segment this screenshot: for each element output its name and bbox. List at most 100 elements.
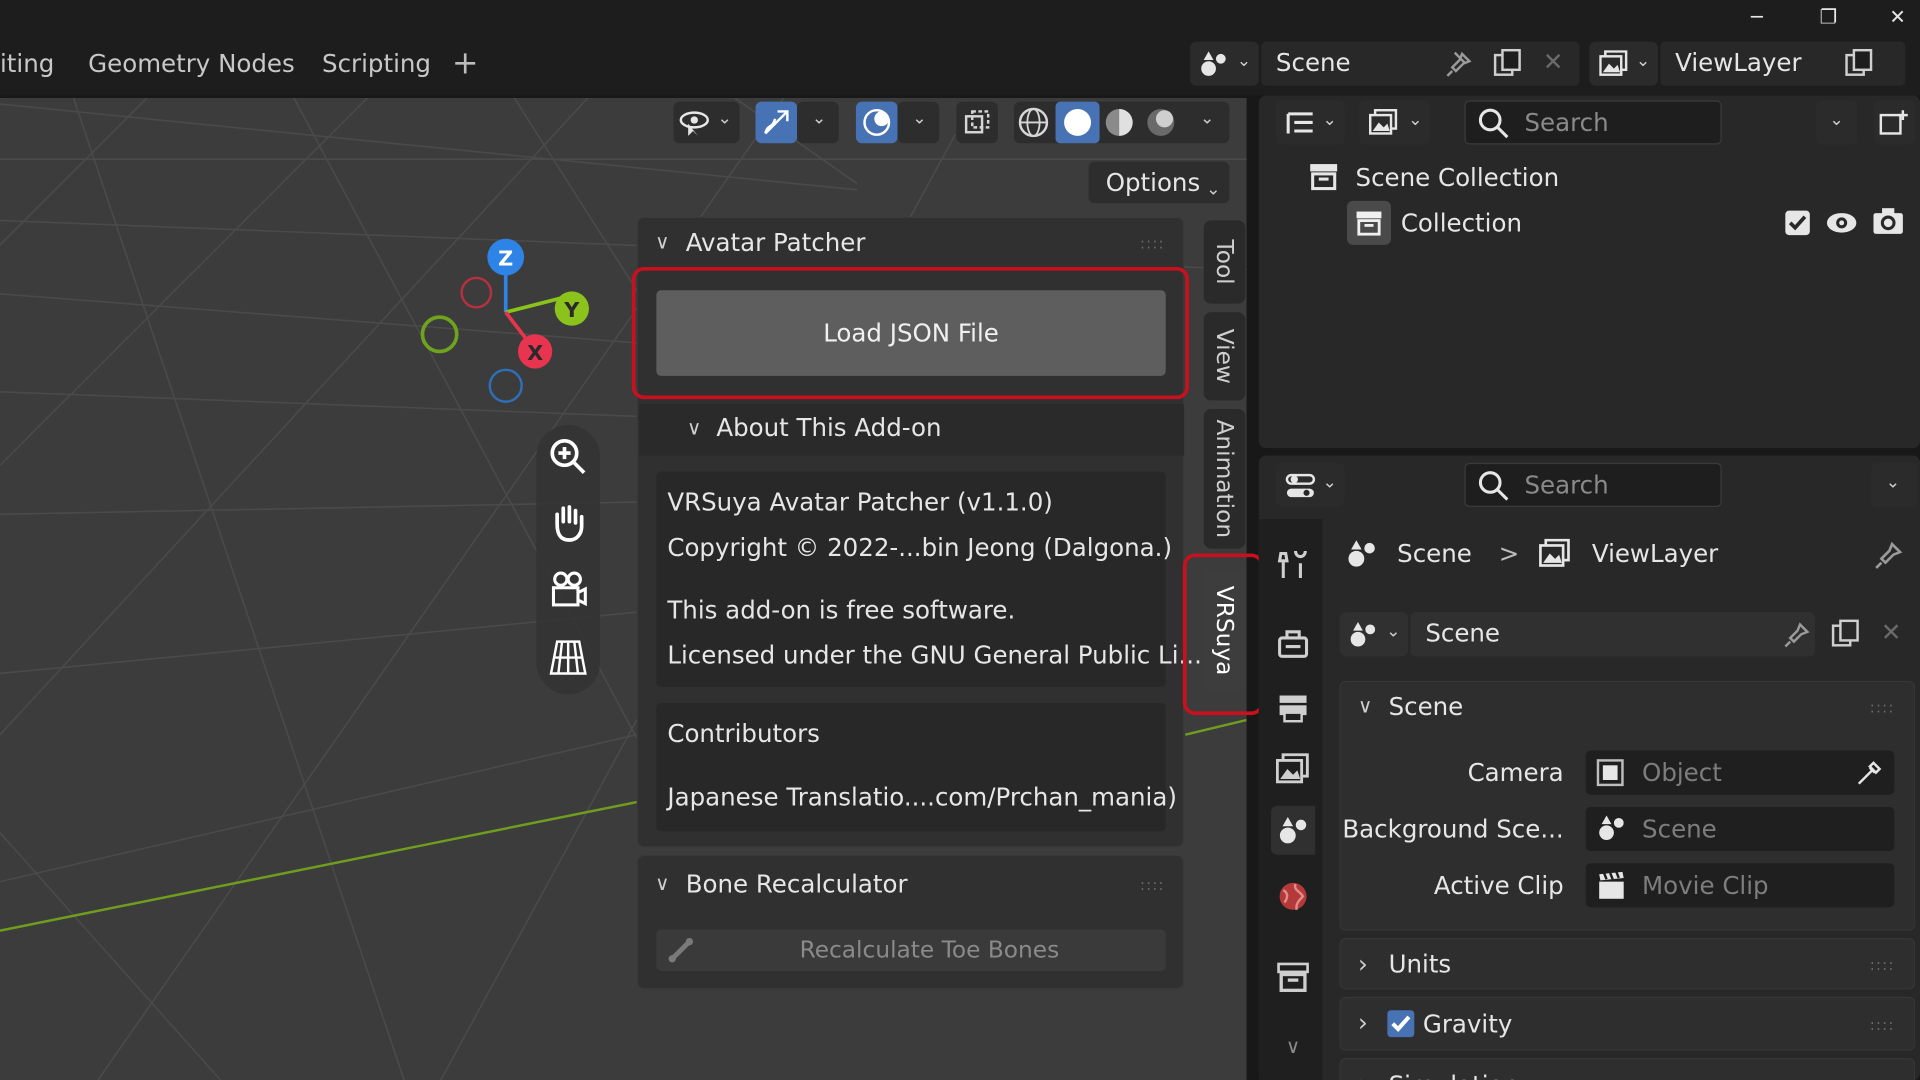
copy-icon[interactable] <box>1491 47 1523 79</box>
pin-icon[interactable] <box>1445 49 1474 78</box>
units-section[interactable]: › Units :::: <box>1339 937 1916 990</box>
camera-field[interactable]: Object <box>1585 750 1895 795</box>
sidebar-tab-animation[interactable]: Animation <box>1203 408 1246 549</box>
properties-tab-render[interactable] <box>1271 620 1315 669</box>
workspace-tab-scripting[interactable]: Scripting <box>322 44 431 83</box>
scene-datablock-field[interactable]: Scene <box>1410 612 1815 657</box>
pan-hand-icon[interactable] <box>547 502 589 544</box>
background-scene-field[interactable]: Scene <box>1585 806 1895 852</box>
properties-tab-viewlayer[interactable] <box>1271 744 1315 793</box>
camera-view-icon[interactable] <box>547 569 589 611</box>
gravity-checkbox[interactable] <box>1387 1010 1415 1038</box>
scene-collection-label[interactable]: Scene Collection <box>1356 163 1560 192</box>
properties-tab-tool[interactable] <box>1271 539 1315 588</box>
rendered-shading-icon[interactable] <box>1144 107 1178 139</box>
properties-tab-output[interactable] <box>1271 683 1315 732</box>
add-workspace-button[interactable]: + <box>452 44 479 83</box>
display-mode-button[interactable]: ⌄ <box>1359 100 1431 145</box>
properties-options-dropdown[interactable]: ⌄ <box>1871 462 1918 507</box>
minimize-button[interactable]: ─ <box>1751 5 1763 28</box>
xray-icon <box>964 110 990 134</box>
tab-animation-label: Animation <box>1211 419 1238 539</box>
properties-search-input[interactable]: Search <box>1464 462 1722 507</box>
eyedropper-icon[interactable] <box>1855 758 1884 787</box>
navigation-gizmo[interactable]: Z Y X <box>404 233 600 404</box>
maximize-button[interactable]: ❐ <box>1820 5 1838 28</box>
new-collection-icon <box>1879 110 1908 135</box>
gizmo-y-label: Y <box>563 298 580 322</box>
workspace-tab-geometry-nodes[interactable]: Geometry Nodes <box>88 44 295 83</box>
camera-render-icon[interactable] <box>1871 206 1905 238</box>
recalculate-toe-bones-button[interactable]: Recalculate Toe Bones <box>656 929 1166 972</box>
drag-grip-icon[interactable]: :::: <box>1870 699 1895 716</box>
unlink-icon[interactable]: ✕ <box>1543 47 1564 76</box>
check-icon <box>1788 215 1807 231</box>
properties-editor-type[interactable]: ⌄ <box>1275 462 1345 507</box>
chevron-down-icon[interactable]: ∨ <box>1358 694 1372 717</box>
outliner-icon <box>1286 112 1313 134</box>
viewlayer-type-button[interactable]: ⌄ <box>1589 41 1658 86</box>
chevron-down-icon[interactable]: ∨ <box>655 230 669 253</box>
zoom-icon[interactable] <box>547 436 589 478</box>
drag-grip-icon[interactable]: :::: <box>1140 235 1165 252</box>
outliner-search-input[interactable]: Search <box>1464 100 1722 145</box>
visibility-selector[interactable]: ⌄ <box>673 101 740 144</box>
outliner-editor-type[interactable]: ⌄ <box>1275 100 1345 145</box>
copy-icon[interactable] <box>1843 47 1875 79</box>
properties-tab-scene[interactable] <box>1271 805 1316 855</box>
breadcrumb-viewlayer: ViewLayer <box>1591 538 1719 569</box>
properties-tab-more[interactable]: ∨ <box>1271 1021 1315 1070</box>
material-shading-icon[interactable] <box>1102 107 1136 139</box>
fake-user-pin-icon[interactable] <box>1783 620 1812 649</box>
drag-grip-icon[interactable]: :::: <box>1140 877 1165 894</box>
gizmo-toggle[interactable] <box>755 101 798 144</box>
chevron-down-icon[interactable]: ∨ <box>655 872 669 895</box>
drag-grip-icon[interactable]: :::: <box>1870 956 1895 973</box>
properties-tab-collection[interactable] <box>1271 953 1315 1002</box>
gizmo-dropdown[interactable]: ⌄ <box>797 101 839 144</box>
about-line-version: VRSuya Avatar Patcher (v1.1.0) <box>667 487 1053 517</box>
copy-icon[interactable] <box>1829 617 1861 649</box>
wireframe-shading-icon[interactable] <box>1016 107 1050 139</box>
overlay-toggle[interactable] <box>855 101 898 144</box>
avatar-patcher-title[interactable]: Avatar Patcher <box>686 228 866 257</box>
chevron-right-icon: › <box>1358 1069 1368 1080</box>
drag-grip-icon[interactable]: :::: <box>1870 1016 1895 1033</box>
perspective-grid-icon[interactable] <box>547 637 589 679</box>
properties-search-placeholder: Search <box>1524 470 1609 500</box>
active-clip-field[interactable]: Movie Clip <box>1585 863 1895 908</box>
simulation-section[interactable]: › Simulation <box>1339 1057 1916 1080</box>
scene-name-field[interactable]: Scene <box>1261 41 1580 86</box>
pin-icon[interactable] <box>1873 539 1905 571</box>
exclude-checkbox[interactable] <box>1785 210 1810 236</box>
units-section-title: Units <box>1388 948 1452 979</box>
chevron-down-icon: ⌄ <box>912 108 927 129</box>
properties-tab-world[interactable] <box>1271 872 1315 921</box>
sidebar-tab-tool[interactable]: Tool <box>1203 220 1246 304</box>
xray-toggle[interactable] <box>956 101 998 144</box>
about-subpanel-header[interactable]: ∨ About This Add-on <box>639 404 1185 456</box>
new-collection-button[interactable] <box>1873 100 1916 145</box>
bone-recalculator-title[interactable]: Bone Recalculator <box>686 869 908 898</box>
scene-section-title[interactable]: Scene <box>1389 692 1464 721</box>
search-icon <box>1478 108 1509 139</box>
scene-type-button[interactable]: ⌄ <box>1190 41 1259 86</box>
chevron-down-icon[interactable]: ⌄ <box>1200 109 1214 129</box>
filter-dropdown[interactable]: ⌄ <box>1815 100 1858 145</box>
overlay-dropdown[interactable]: ⌄ <box>897 101 940 144</box>
about-title: About This Add-on <box>716 412 942 443</box>
scene-datablock-type[interactable]: ⌄ <box>1339 612 1409 657</box>
sidebar-tab-view[interactable]: View <box>1203 312 1246 401</box>
eye-icon[interactable] <box>1825 208 1859 237</box>
close-window-button[interactable]: ✕ <box>1889 5 1905 28</box>
solid-shading-button[interactable] <box>1055 101 1100 144</box>
object-icon <box>1596 759 1624 787</box>
about-line-license: Licensed under the GNU General Public Li… <box>667 640 1202 670</box>
workspace-tab-editing[interactable]: iting <box>0 44 54 83</box>
gravity-section[interactable]: › Gravity :::: <box>1339 996 1916 1051</box>
collection-label[interactable]: Collection <box>1401 208 1522 237</box>
unlink-icon[interactable]: ✕ <box>1881 617 1902 646</box>
scene-icon <box>1201 51 1226 76</box>
options-dropdown[interactable]: Options ⌄ <box>1088 161 1230 204</box>
viewlayer-icon <box>1539 538 1570 567</box>
